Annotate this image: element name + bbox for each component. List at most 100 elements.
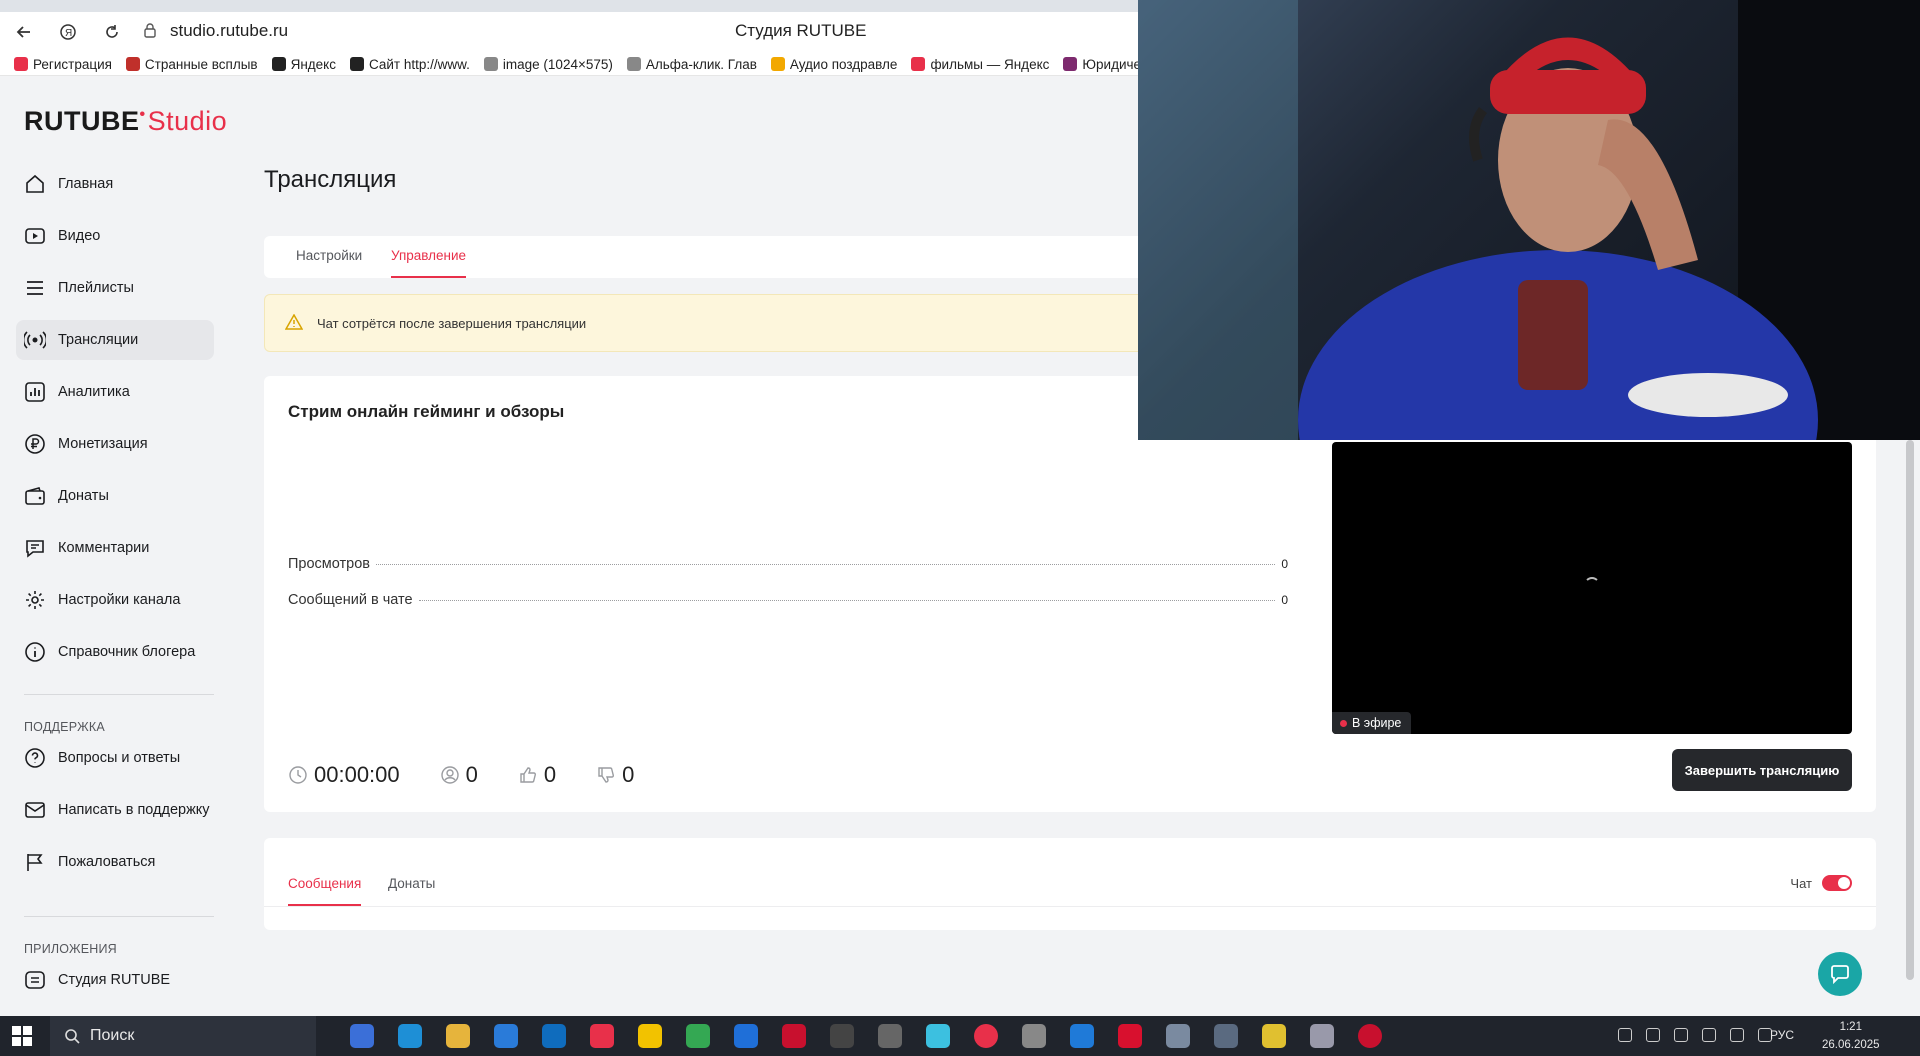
defender-icon[interactable] [734,1024,758,1048]
sidebar-item-6[interactable]: Монетизация [16,424,214,464]
bookmark-item[interactable]: Альфа-клик. Глав [626,53,757,75]
file-explorer-icon[interactable] [446,1024,470,1048]
chat-toggle[interactable] [1822,875,1852,891]
stat-value: 0 [1281,557,1288,571]
yandex-icon[interactable]: Я [56,20,80,44]
sidebar-item-label: Главная [58,176,114,192]
page-scrollbar[interactable] [1906,440,1914,980]
rutube-studio-logo[interactable]: RUTUBE•Studio [24,106,227,137]
windows-taskbar: Поиск РУС 1:21 26.06.2025 [0,1016,1920,1056]
sidebar-item-2[interactable]: Видео [16,216,214,256]
tab-messages[interactable]: Сообщения [288,876,362,906]
tray-network-icon[interactable] [1702,1028,1716,1042]
tray-volume-icon[interactable] [1730,1028,1744,1042]
taskbar-search[interactable]: Поиск [50,1016,316,1056]
bookmark-item[interactable]: Сайт http://www. [349,53,470,75]
sidebar-divider [24,694,214,695]
reload-icon[interactable] [100,20,124,44]
windows-start-icon[interactable] [12,1026,32,1051]
dislikes-value: 0 [622,762,635,787]
stream-card: Стрим онлайн гейминг и обзоры Просмотров… [264,376,1876,812]
bookmark-label: image (1024×575) [502,56,613,72]
bookmark-label: Сайт http://www. [368,56,470,72]
stat-chat-messages: Сообщений в чате 0 [288,592,1288,608]
video-icon [25,228,45,244]
outlook-icon[interactable] [542,1024,566,1048]
yandex-browser-icon[interactable] [974,1024,998,1048]
warning-icon [284,312,304,333]
bookmark-item[interactable]: Странные всплыв [125,53,258,75]
sidebar-item-3[interactable]: Плейлисты [16,268,214,308]
app-icon[interactable] [1262,1024,1286,1048]
bookmark-item[interactable]: Аудио поздравле [770,53,897,75]
support-item-3[interactable]: Пожаловаться [16,842,214,882]
bookmark-label: фильмы — Яндекс [930,56,1050,72]
amd-icon[interactable] [1118,1024,1142,1048]
settings-icon[interactable] [1022,1024,1046,1048]
sidebar-item-10[interactable]: Справочник блогера [16,632,214,672]
support-item-2[interactable]: Написать в поддержку [16,790,214,830]
live-badge: В эфире [1332,712,1412,734]
sidebar-item-label: Аналитика [58,384,130,400]
window-title: Студия RUTUBE [735,21,867,40]
sidebar: RUTUBE•Studio Главная Видео Плейлисты Транс… [0,76,230,1016]
bookmark-label: Альфа-клик. Глав [645,56,757,72]
page-title: Трансляция [264,166,397,193]
tab-donations[interactable]: Донаты [388,876,435,891]
analytics-icon [25,382,45,402]
tab-management[interactable]: Управление [391,248,467,278]
store-icon[interactable] [494,1024,518,1048]
duration-counter: 00:00:00 [288,762,400,788]
stream-preview-player[interactable]: В эфире [1332,442,1852,734]
sidebar-item-9[interactable]: Настройки канала [16,580,214,620]
bookmark-item[interactable]: image (1024×575) [483,53,613,75]
webcam-person-image [1138,0,1920,440]
app-icon[interactable] [1214,1024,1238,1048]
calculator-icon[interactable] [1070,1024,1094,1048]
tray-mic-icon[interactable] [1674,1028,1688,1042]
sidebar-item-label: Донаты [58,488,109,504]
support-item-1[interactable]: Вопросы и ответы [16,738,214,778]
beeline-icon[interactable] [638,1024,662,1048]
bookmark-item[interactable]: Яндекс [271,53,336,75]
task-view-icon[interactable] [350,1024,374,1048]
sidebar-item-8[interactable]: Комментарии [16,528,214,568]
sidebar-item-label: Монетизация [58,436,148,452]
sidebar-item-label: Настройки канала [58,592,181,608]
yandex-app-icon[interactable] [590,1024,614,1048]
logo-suffix: Studio [147,106,228,136]
thumbs-up-icon [520,767,536,783]
edge-icon[interactable] [398,1024,422,1048]
app-icon[interactable] [878,1024,902,1048]
sidebar-item-1[interactable]: Главная [16,164,214,204]
webcam-overlay[interactable] [1138,0,1920,440]
tab-settings[interactable]: Настройки [296,248,362,263]
wallet-icon [25,487,45,505]
sidebar-item-7[interactable]: Донаты [16,476,214,516]
notes-icon[interactable] [926,1024,950,1048]
app-icon[interactable] [1310,1024,1334,1048]
stat-label: Просмотров [288,556,370,572]
sidebar-item-4[interactable]: Трансляции [16,320,214,360]
taskbar-clock[interactable]: 1:21 26.06.2025 [1822,1018,1880,1054]
yandex-music-icon[interactable] [830,1024,854,1048]
end-stream-button[interactable]: Завершить трансляцию [1672,749,1852,791]
chrome-icon[interactable] [686,1024,710,1048]
support-chat-button[interactable] [1818,952,1862,996]
bookmark-item[interactable]: Регистрация [14,53,112,75]
bookmark-item[interactable]: фильмы — Яндекс [911,53,1049,75]
apps-item-1[interactable]: Студия RUTUBE [16,960,214,1000]
tray-camera-icon[interactable] [1646,1028,1660,1042]
recorder-icon[interactable] [782,1024,806,1048]
app-icon[interactable] [1166,1024,1190,1048]
tray-chevron-icon[interactable] [1618,1028,1632,1042]
lock-icon[interactable] [143,22,157,43]
sidebar-item-5[interactable]: Аналитика [16,372,214,412]
back-icon[interactable] [12,20,36,44]
url-text[interactable]: studio.rutube.ru [170,21,288,41]
language-indicator[interactable]: РУС [1770,1028,1794,1042]
dislikes-counter: 0 [596,762,634,788]
bookmark-favicon-icon [14,57,28,71]
info-icon [25,642,45,662]
app-icon[interactable] [1358,1024,1382,1048]
